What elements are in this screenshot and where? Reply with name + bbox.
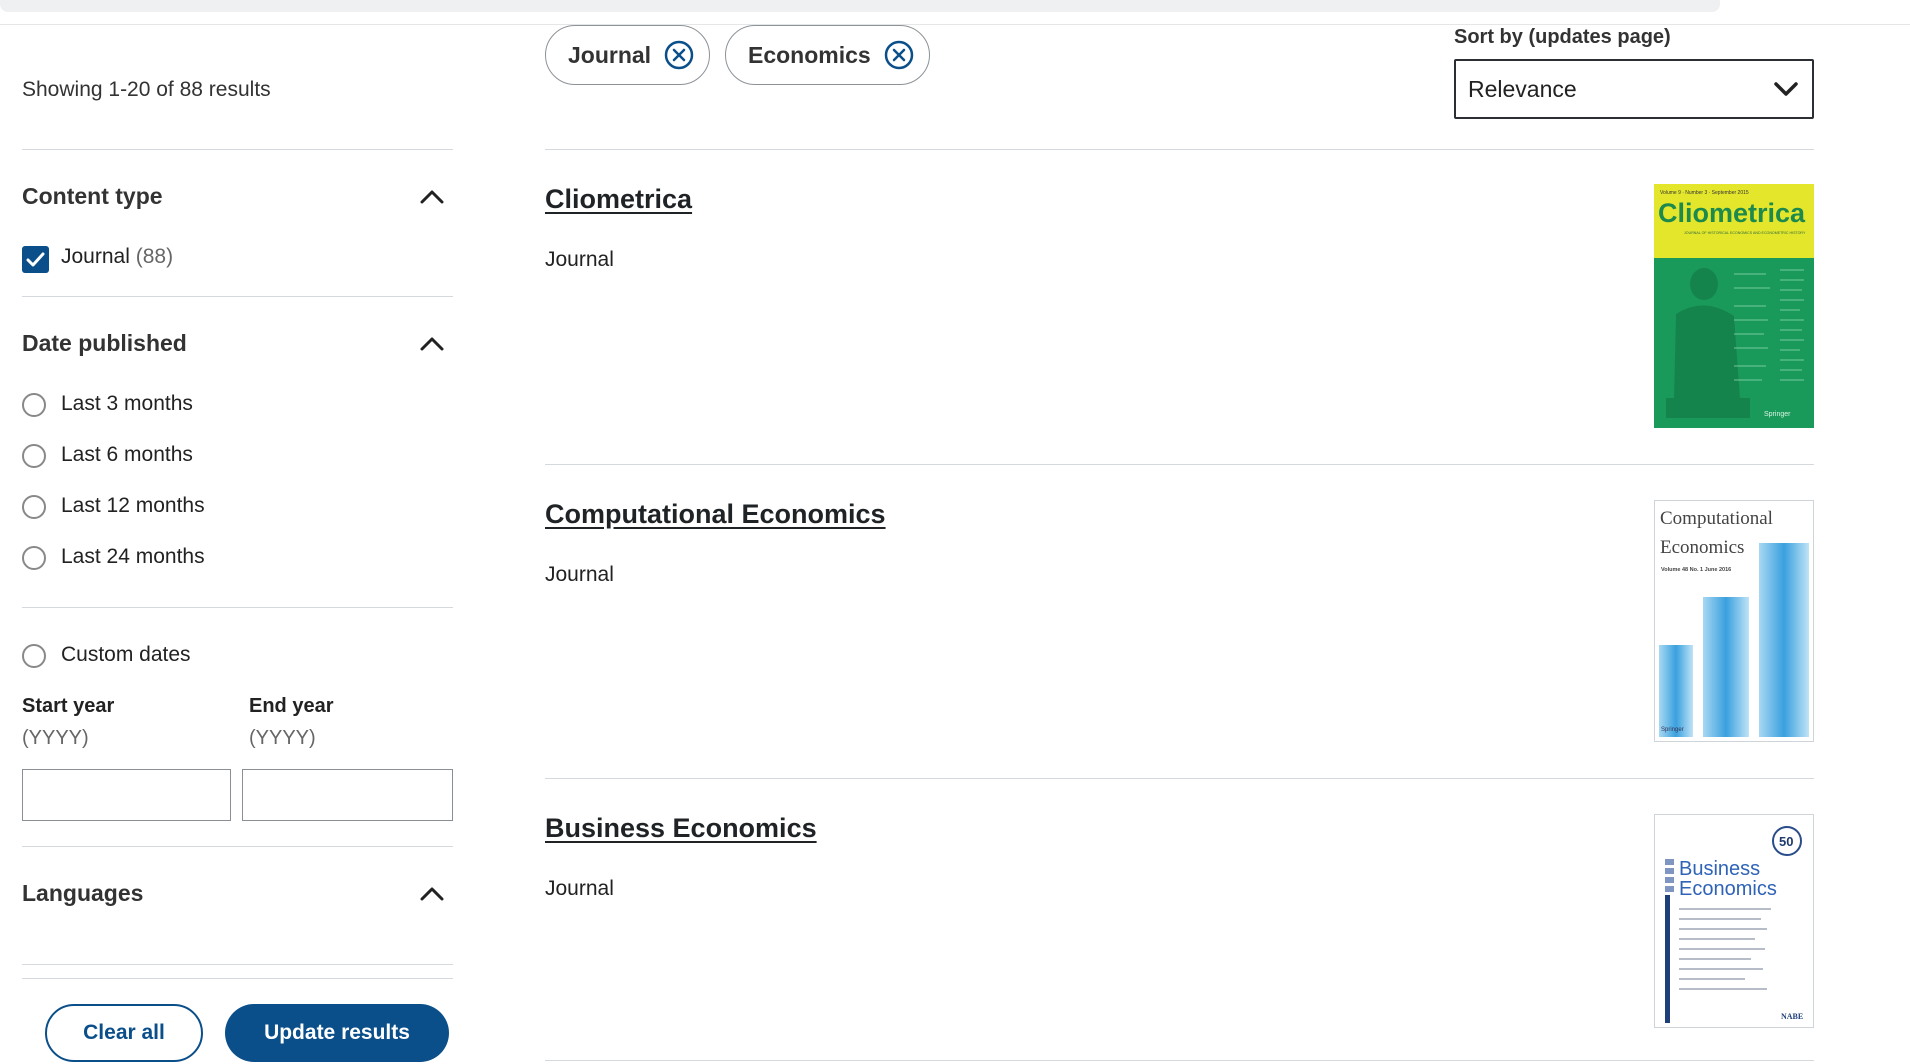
chevron-up-icon[interactable] bbox=[418, 186, 446, 206]
radio-last-24-months[interactable] bbox=[22, 546, 46, 570]
journal-option-count: (88) bbox=[135, 245, 174, 268]
result-content-type: Journal bbox=[545, 248, 614, 271]
filter-chip-label: Economics bbox=[748, 41, 871, 68]
journal-checkbox-label[interactable]: Journal (88) bbox=[61, 245, 173, 269]
cover-issue-text: Volume 48 No. 1 June 2016 bbox=[1661, 567, 1731, 573]
result-content-type: Journal bbox=[545, 563, 614, 586]
cover-publisher: Springer bbox=[1661, 727, 1684, 733]
filter-chip-journal[interactable]: Journal bbox=[545, 25, 711, 85]
business-economics-cover-art: 50 Business Economics NABE bbox=[1665, 826, 1803, 1023]
end-year-label: End year bbox=[249, 695, 334, 717]
chevron-down-icon bbox=[1774, 82, 1798, 96]
divider bbox=[22, 296, 453, 297]
filter-chip-label: Journal bbox=[568, 41, 652, 68]
remove-filter-icon[interactable] bbox=[883, 39, 915, 71]
cover-issue-text: Volume 9 · Number 3 · September 2015 bbox=[1660, 190, 1749, 196]
radio-custom-dates[interactable] bbox=[22, 644, 46, 668]
start-year-hint: (YYYY) bbox=[22, 727, 89, 749]
divider bbox=[22, 149, 453, 150]
filter-chip-economics[interactable]: Economics bbox=[725, 25, 930, 85]
divider bbox=[545, 778, 1814, 779]
journal-cover-business-economics[interactable]: 50 Business Economics NABE bbox=[1654, 814, 1814, 1028]
date-published-heading[interactable]: Date published bbox=[22, 330, 187, 357]
result-content-type: Journal bbox=[545, 877, 614, 900]
radio-label-last-12-months[interactable]: Last 12 months bbox=[61, 494, 205, 518]
divider bbox=[22, 846, 453, 847]
cover-title-line1: Computational bbox=[1660, 508, 1773, 529]
journal-cover-cliometrica[interactable]: Volume 9 · Number 3 · September 2015 Cli… bbox=[1654, 184, 1814, 428]
cover-publisher: NABE bbox=[1781, 1012, 1803, 1021]
chevron-up-icon[interactable] bbox=[418, 883, 446, 903]
cover-publisher: Springer bbox=[1764, 411, 1791, 418]
cover-title-line1: Business bbox=[1679, 858, 1760, 880]
divider bbox=[22, 978, 453, 979]
cover-title-line2: Economics bbox=[1660, 537, 1744, 558]
divider bbox=[545, 1060, 1814, 1061]
sort-value: Relevance bbox=[1468, 75, 1577, 102]
sort-label: Sort by (updates page) bbox=[1454, 26, 1671, 48]
chevron-up-icon[interactable] bbox=[418, 333, 446, 353]
radio-label-last-6-months[interactable]: Last 6 months bbox=[61, 443, 193, 467]
content-type-heading[interactable]: Content type bbox=[22, 183, 163, 210]
journal-checkbox[interactable] bbox=[22, 246, 49, 273]
end-year-hint: (YYYY) bbox=[249, 727, 316, 749]
sort-select[interactable]: Relevance bbox=[1454, 59, 1814, 119]
results-count: Showing 1-20 of 88 results bbox=[22, 78, 271, 101]
divider bbox=[545, 464, 1814, 465]
cover-title: Cliometrica bbox=[1658, 198, 1806, 228]
top-scroll-strip bbox=[0, 0, 1720, 12]
radio-last-3-months[interactable] bbox=[22, 393, 46, 417]
computational-economics-cover-art: Computational Economics Volume 48 No. 1 … bbox=[1659, 508, 1809, 737]
journal-cover-computational-economics[interactable]: Computational Economics Volume 48 No. 1 … bbox=[1654, 500, 1814, 742]
cover-badge: 50 bbox=[1779, 834, 1793, 849]
cover-title-line2: Economics bbox=[1679, 878, 1777, 900]
end-year-input[interactable] bbox=[242, 769, 453, 821]
remove-filter-icon[interactable] bbox=[663, 39, 695, 71]
start-year-input[interactable] bbox=[22, 769, 231, 821]
radio-label-last-3-months[interactable]: Last 3 months bbox=[61, 392, 193, 416]
clear-all-button[interactable]: Clear all bbox=[45, 1004, 203, 1062]
result-title-link[interactable]: Cliometrica bbox=[545, 184, 692, 215]
start-year-label: Start year bbox=[22, 695, 115, 717]
divider bbox=[545, 149, 1814, 150]
top-divider bbox=[0, 24, 1910, 25]
cover-subtitle: JOURNAL OF HISTORICAL ECONOMICS AND ECON… bbox=[1684, 231, 1806, 235]
divider bbox=[22, 607, 453, 608]
radio-last-6-months[interactable] bbox=[22, 444, 46, 468]
languages-heading[interactable]: Languages bbox=[22, 880, 143, 907]
journal-option-text: Journal bbox=[61, 245, 130, 268]
divider bbox=[22, 964, 453, 965]
result-title-link[interactable]: Business Economics bbox=[545, 813, 817, 844]
update-results-button[interactable]: Update results bbox=[225, 1004, 449, 1062]
cliometrica-cover-art: Volume 9 · Number 3 · September 2015 Cli… bbox=[1654, 184, 1814, 428]
radio-label-custom-dates[interactable]: Custom dates bbox=[61, 643, 191, 667]
radio-last-12-months[interactable] bbox=[22, 495, 46, 519]
radio-label-last-24-months[interactable]: Last 24 months bbox=[61, 545, 205, 569]
result-title-link[interactable]: Computational Economics bbox=[545, 499, 886, 530]
